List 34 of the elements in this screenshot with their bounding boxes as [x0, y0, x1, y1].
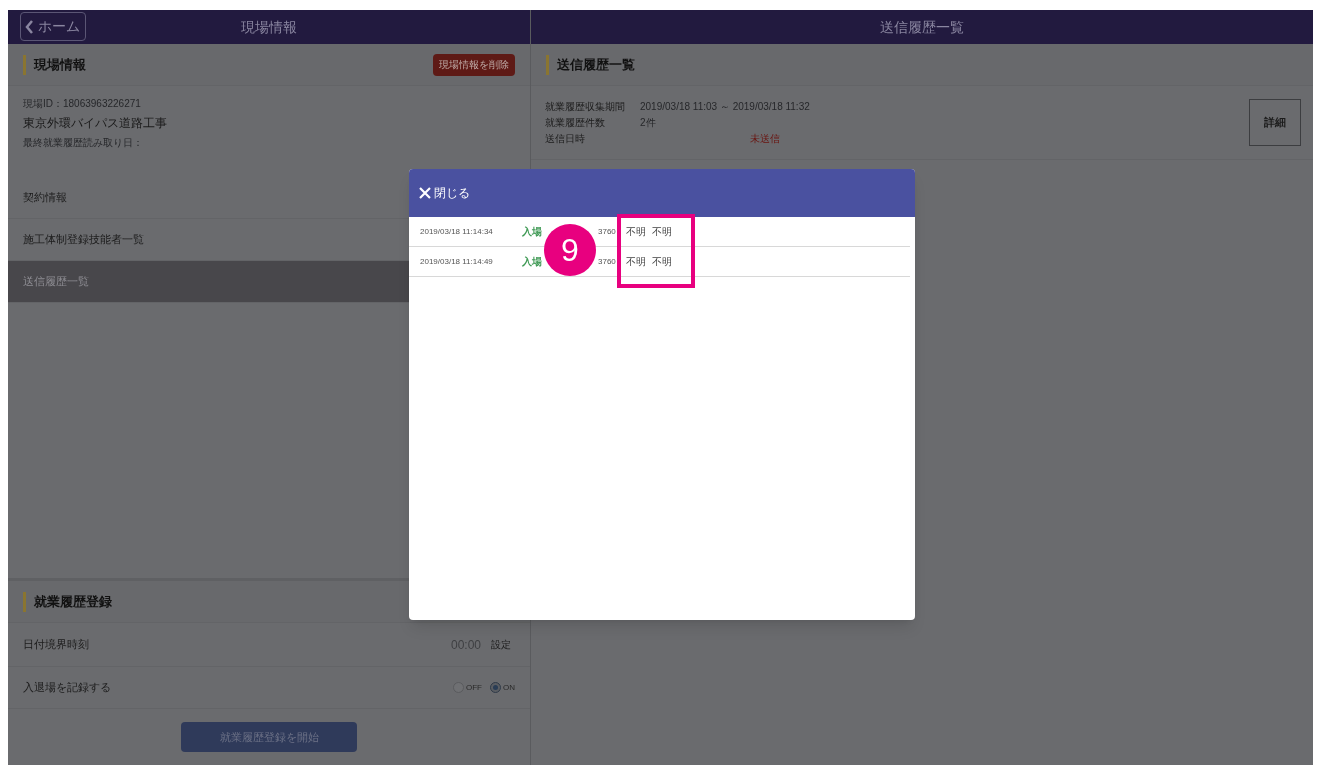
header-title: 現場情報: [241, 17, 297, 37]
field-label: 就業履歴件数: [545, 116, 606, 130]
status-text: 不明: [625, 225, 646, 239]
home-button[interactable]: ホーム: [20, 12, 86, 41]
section-title: 就業履歴登録: [34, 592, 112, 611]
close-button[interactable]: 閉じる: [419, 184, 470, 202]
field-label: 就業履歴収集期間: [545, 100, 626, 114]
accent-bar: [23, 591, 26, 612]
section-title: 送信履歴一覧: [557, 55, 635, 74]
close-icon: [419, 187, 431, 199]
field-value: 未送信: [749, 132, 781, 146]
field-value: 2件: [640, 116, 657, 130]
setting-label: 日付境界時刻: [23, 637, 89, 653]
chevron-left-icon: [25, 19, 34, 34]
field-label: 送信日時: [545, 132, 586, 146]
accent-bar: [546, 54, 549, 75]
header-title: 送信履歴一覧: [880, 17, 964, 37]
detail-button[interactable]: 詳細: [1249, 99, 1301, 146]
status-text: 不明: [651, 255, 672, 269]
id-number: 3760: [598, 225, 616, 238]
set-button[interactable]: 設定: [487, 635, 515, 654]
setting-label: 入退場を記録する: [23, 680, 111, 696]
timestamp: 2019/03/18 11:14:34: [420, 225, 494, 238]
site-name: 東京外環バイパス道路工事: [23, 115, 168, 132]
radio-option[interactable]: OFF: [453, 681, 482, 694]
delete-button[interactable]: 現場情報を削除: [433, 53, 515, 76]
status-text: 不明: [625, 255, 646, 269]
radio-option[interactable]: ON: [490, 681, 515, 694]
status-text: 不明: [651, 225, 672, 239]
section-title: 現場情報: [34, 55, 86, 74]
accent-bar: [23, 54, 26, 75]
field-value: 2019/03/18 11:03 ～ 2019/03/18 11:32: [640, 100, 810, 114]
radio-button[interactable]: [490, 682, 501, 693]
id-number: 3760: [598, 255, 616, 268]
